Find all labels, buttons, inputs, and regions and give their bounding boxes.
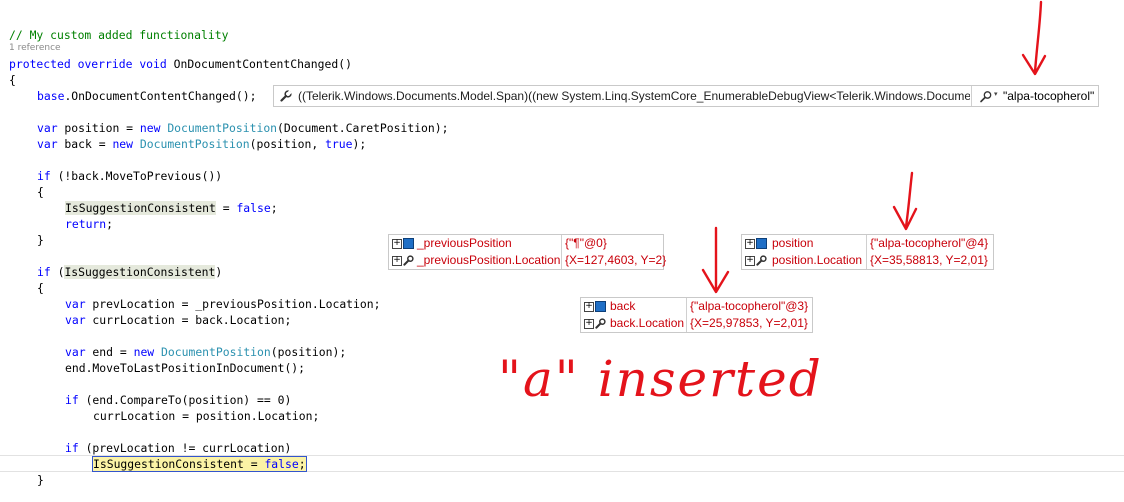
arrow-down-icon — [701, 226, 730, 294]
handwritten-annotation: "a" inserted — [498, 350, 823, 408]
arrow-down-icon — [892, 171, 918, 231]
arrow-down-icon — [1021, 0, 1047, 76]
annotation-arrows — [701, 0, 1047, 294]
